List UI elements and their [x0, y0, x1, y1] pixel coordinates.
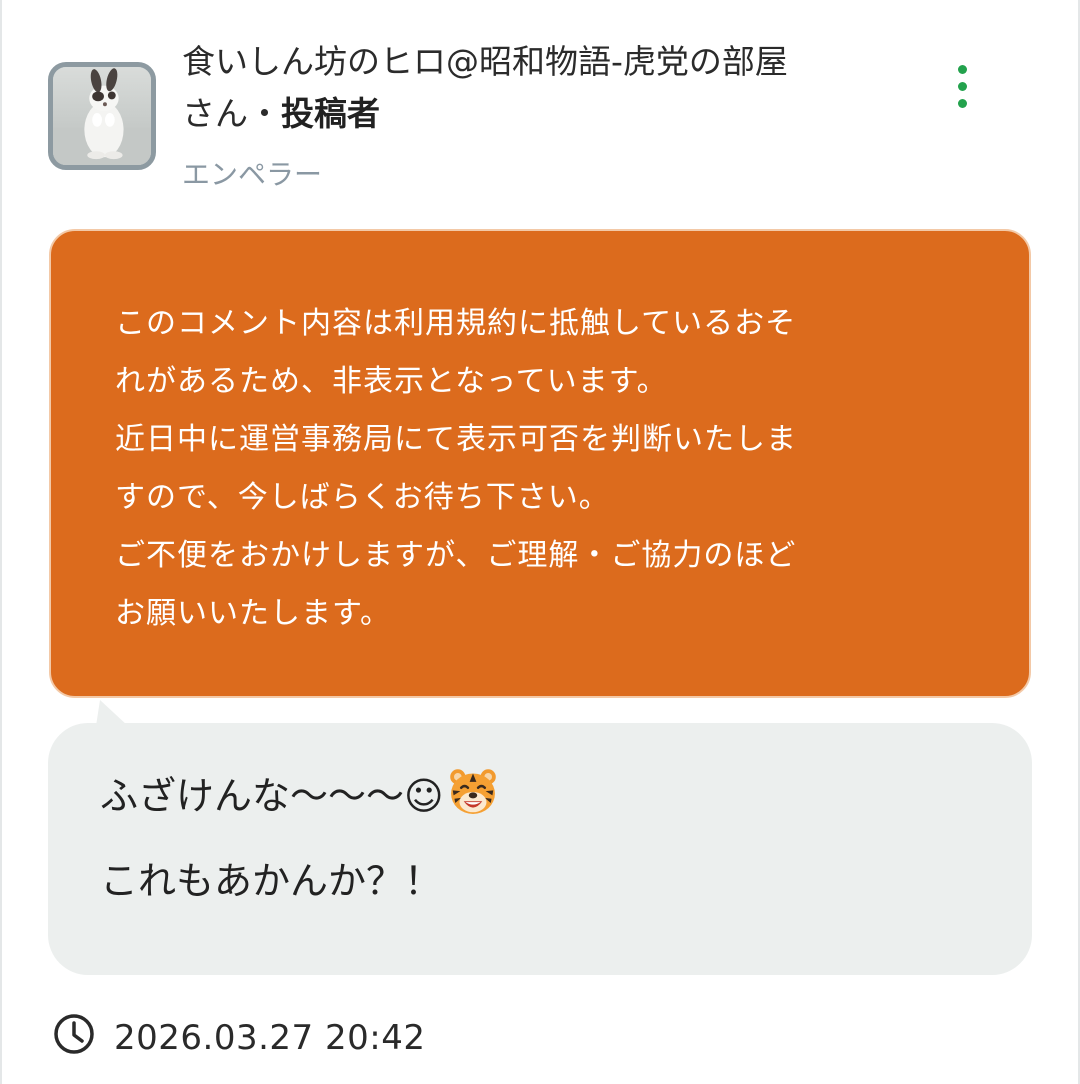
avatar[interactable]: [48, 62, 156, 170]
separator-dot: ・: [248, 94, 281, 133]
left-border: [0, 0, 2, 1084]
notice-line: このコメント内容は利用規約に抵触しているおそ: [115, 306, 797, 341]
clock-icon: [54, 1014, 94, 1054]
author-name[interactable]: 食いしん坊のヒロ@昭和物語-虎党の部屋: [182, 42, 788, 81]
author-name-block[interactable]: 食いしん坊のヒロ@昭和物語-虎党の部屋 さん・投稿者: [182, 36, 922, 140]
comment-line-1: ふざけんな〜〜〜☺: [100, 765, 500, 824]
comment-text-1: ふざけんな〜〜〜☺: [100, 774, 444, 818]
rabbit-avatar-icon: [53, 67, 151, 165]
author-honorific: さん: [182, 94, 248, 133]
comment-card: 食いしん坊のヒロ@昭和物語-虎党の部屋 さん・投稿者 エンペラー このコメント内…: [0, 0, 1080, 1084]
notice-line: ご不便をおかけしますが、ご理解・ご協力のほど: [115, 538, 797, 573]
poster-role-label: 投稿者: [281, 94, 380, 133]
more-options-button[interactable]: [944, 60, 984, 114]
notice-text: このコメント内容は利用規約に抵触しているおそ れがあるため、非表示となっています…: [115, 295, 975, 643]
notice-line: れがあるため、非表示となっています。: [115, 364, 668, 399]
post-timestamp: 2026.03.27 20:42: [114, 1018, 426, 1058]
tiger-face-icon: [449, 769, 496, 814]
notice-line: すので、今しばらくお待ち下さい。: [115, 480, 610, 515]
notice-line: お願いいたします。: [115, 596, 391, 631]
notice-line: 近日中に運営事務局にて表示可否を判断いたしま: [115, 422, 797, 457]
comment-bubble: ふざけんな〜〜〜☺ これもあかんか？！: [48, 723, 1032, 975]
comment-line-2: これもあかんか？！: [100, 859, 443, 903]
user-rank-title: エンペラー: [182, 158, 323, 191]
hidden-comment-notice: このコメント内容は利用規約に抵触しているおそ れがあるため、非表示となっています…: [49, 229, 1031, 698]
